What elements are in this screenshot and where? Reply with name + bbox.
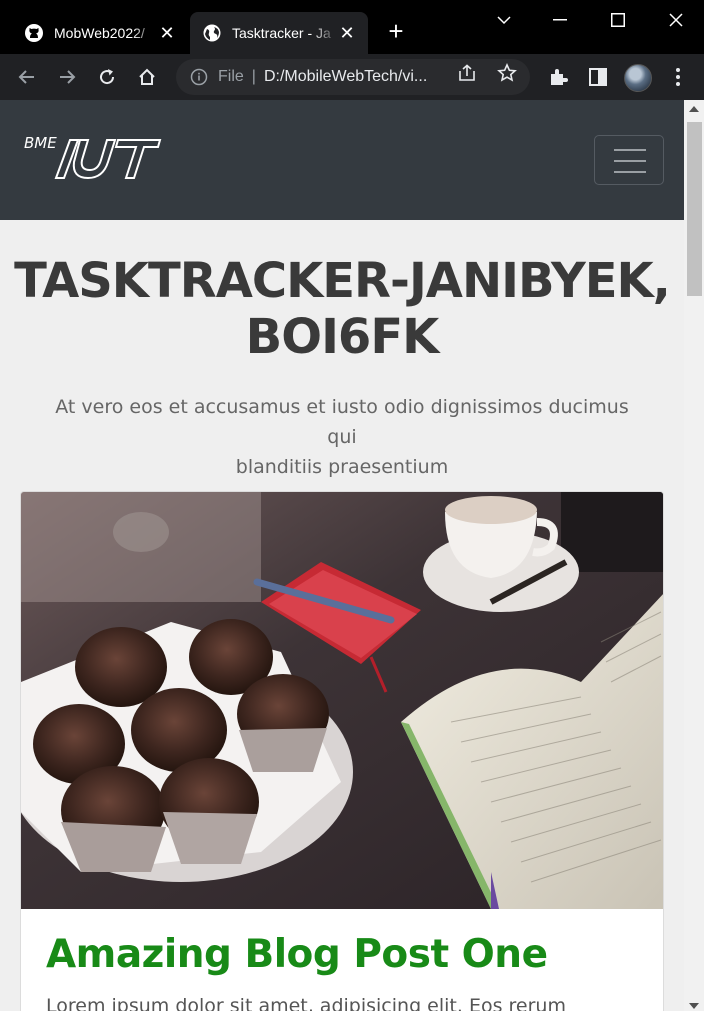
bme-aut-logo[interactable]: BME [22, 130, 164, 184]
site-navbar: BME [0, 100, 684, 220]
page-title-line-1: TASKTRACKER-JANIBYEK, [14, 253, 671, 309]
url-separator: | [251, 68, 256, 85]
close-window-icon[interactable] [662, 6, 690, 34]
blog-post-excerpt: Lorem ipsum dolor sit amet, adipisicing … [46, 995, 566, 1011]
new-tab-button[interactable]: + [384, 18, 408, 44]
hamburger-line [614, 149, 646, 151]
forward-icon[interactable] [54, 64, 80, 90]
info-icon[interactable] [190, 68, 208, 86]
tab-title: Tasktracker - Ja [232, 25, 331, 41]
scroll-up-arrow-icon[interactable] [689, 106, 699, 112]
page-title-line-2: BOI6FK [245, 309, 440, 365]
scrollbar-thumb[interactable] [687, 122, 702, 296]
home-icon[interactable] [134, 64, 160, 90]
close-icon[interactable]: ✕ [158, 24, 176, 42]
blog-post-card: Amazing Blog Post One Lorem ipsum dolor … [20, 491, 664, 1011]
tab-tasktracker[interactable]: Tasktracker - Ja ✕ [190, 12, 368, 54]
navbar-toggle-button[interactable] [594, 135, 664, 185]
scroll-down-arrow-icon[interactable] [689, 1003, 699, 1009]
globe-icon [202, 23, 222, 43]
browser-toolbar: File | D:/MobileWebTech/vi... [0, 54, 704, 100]
bookmark-star-icon[interactable] [497, 63, 517, 83]
url-scheme: File [218, 68, 244, 85]
minimize-icon[interactable] [546, 6, 574, 34]
blog-post-image [21, 492, 663, 909]
page-viewport: BME TASKTRACKER-JANIBYEK, BOI6FK At vero… [0, 100, 684, 1011]
tab-title: MobWeb2022/ [54, 25, 145, 41]
page-subtitle-line-1: At vero eos et accusamus et iusto odio d… [55, 396, 629, 448]
close-icon[interactable]: ✕ [338, 24, 356, 42]
url-text: D:/MobileWebTech/vi... [263, 68, 428, 85]
page-scrollbar[interactable] [684, 100, 704, 1011]
extensions-icon[interactable] [547, 66, 569, 88]
page-title: TASKTRACKER-JANIBYEK, BOI6FK [0, 253, 684, 365]
side-panel-icon[interactable] [587, 66, 609, 88]
maximize-icon[interactable] [604, 6, 632, 34]
blog-post-title[interactable]: Amazing Blog Post One [46, 932, 548, 977]
menu-icon[interactable] [667, 66, 689, 88]
back-icon[interactable] [14, 64, 40, 90]
page-subtitle: At vero eos et accusamus et iusto odio d… [40, 392, 644, 482]
tab-mobweb[interactable]: MobWeb2022/ ✕ [12, 12, 188, 54]
page-subtitle-line-2: blanditiis praesentium [235, 456, 449, 478]
tab-search-icon[interactable] [490, 6, 518, 34]
share-icon[interactable] [457, 63, 477, 83]
reload-icon[interactable] [94, 64, 120, 90]
profile-avatar[interactable] [624, 64, 652, 92]
hamburger-line [614, 171, 646, 173]
github-icon [24, 23, 44, 43]
tab-strip: MobWeb2022/ ✕ Tasktracker - Ja ✕ + [0, 0, 704, 54]
hamburger-line [614, 160, 646, 162]
